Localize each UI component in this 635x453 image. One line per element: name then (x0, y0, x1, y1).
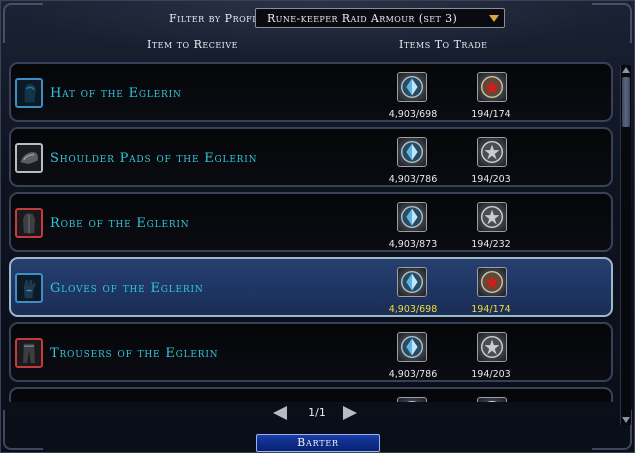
barter-row-robe[interactable]: Robe of the Eglerin 4,903/873 194/232 (9, 192, 613, 252)
column-header-item-to-receive: Item to Receive (147, 38, 238, 51)
hat-icon (15, 78, 43, 108)
item-name: Shoulder Pads of the Eglerin (50, 151, 258, 166)
blue-shard-icon (397, 397, 427, 402)
item-name: Trousers of the Eglerin (50, 346, 219, 361)
blue-shard-icon (397, 332, 427, 362)
item-name: Robe of the Eglerin (50, 216, 190, 231)
robe-icon (15, 208, 43, 238)
trade-cost-1: 4,903/873 (388, 239, 438, 250)
trade-cost-2: 194/203 (471, 174, 511, 185)
frame-corner-ornament (3, 410, 43, 450)
barter-item-list: Hat of the Eglerin 4,903/698 194/174 Sho… (9, 62, 613, 402)
profile-filter-dropdown[interactable]: Rune-keeper Raid Armour (set 3) (255, 8, 505, 28)
profile-filter-value: Rune-keeper Raid Armour (set 3) (267, 12, 458, 25)
scroll-thumb[interactable] (622, 77, 630, 127)
barter-row-trousers[interactable]: Trousers of the Eglerin 4,903/786 194/20… (9, 322, 613, 382)
item-name: Gloves of the Eglerin (50, 281, 204, 296)
frame-corner-ornament (3, 3, 43, 43)
trade-cost-1: 4,903/698 (388, 109, 438, 120)
silver-medallion-icon (477, 397, 507, 402)
silver-medallion-icon (477, 332, 507, 362)
trade-cost-1: 4,903/786 (388, 369, 438, 380)
trade-cost-1: 4,903/698 (388, 304, 438, 315)
red-medallion-icon (477, 72, 507, 102)
frame-corner-ornament (592, 3, 632, 43)
trousers-icon (15, 338, 43, 368)
barter-row-hat[interactable]: Hat of the Eglerin 4,903/698 194/174 (9, 62, 613, 122)
column-header-items-to-trade: Items To Trade (399, 38, 488, 51)
shoulder-pads-icon (15, 143, 43, 173)
scroll-down-arrow-icon[interactable] (622, 417, 630, 423)
page-indicator: 1/1 (308, 406, 326, 419)
blue-shard-icon (397, 137, 427, 167)
silver-medallion-icon (477, 202, 507, 232)
gloves-icon (15, 273, 43, 303)
trade-cost-2: 194/203 (471, 369, 511, 380)
trade-cost-2: 194/174 (471, 109, 511, 120)
barter-row-partial[interactable] (9, 387, 613, 402)
previous-page-arrow-icon[interactable] (273, 406, 287, 420)
blue-shard-icon (397, 72, 427, 102)
red-medallion-icon (477, 267, 507, 297)
blue-shard-icon (397, 267, 427, 297)
next-page-arrow-icon[interactable] (343, 406, 357, 420)
barter-button[interactable]: Barter (256, 434, 380, 452)
silver-medallion-icon (477, 137, 507, 167)
blue-shard-icon (397, 202, 427, 232)
trade-cost-2: 194/174 (471, 304, 511, 315)
item-name: Hat of the Eglerin (50, 86, 182, 101)
barter-window: Filter by Profile: Rune-keeper Raid Armo… (0, 0, 635, 453)
trade-cost-1: 4,903/786 (388, 174, 438, 185)
scroll-up-arrow-icon[interactable] (622, 67, 630, 73)
dropdown-arrow-icon[interactable] (489, 15, 499, 22)
barter-row-shoulder-pads[interactable]: Shoulder Pads of the Eglerin 4,903/786 1… (9, 127, 613, 187)
list-scrollbar[interactable] (620, 65, 631, 425)
barter-row-gloves[interactable]: Gloves of the Eglerin 4,903/698 194/174 (9, 257, 613, 317)
trade-cost-2: 194/232 (471, 239, 511, 250)
